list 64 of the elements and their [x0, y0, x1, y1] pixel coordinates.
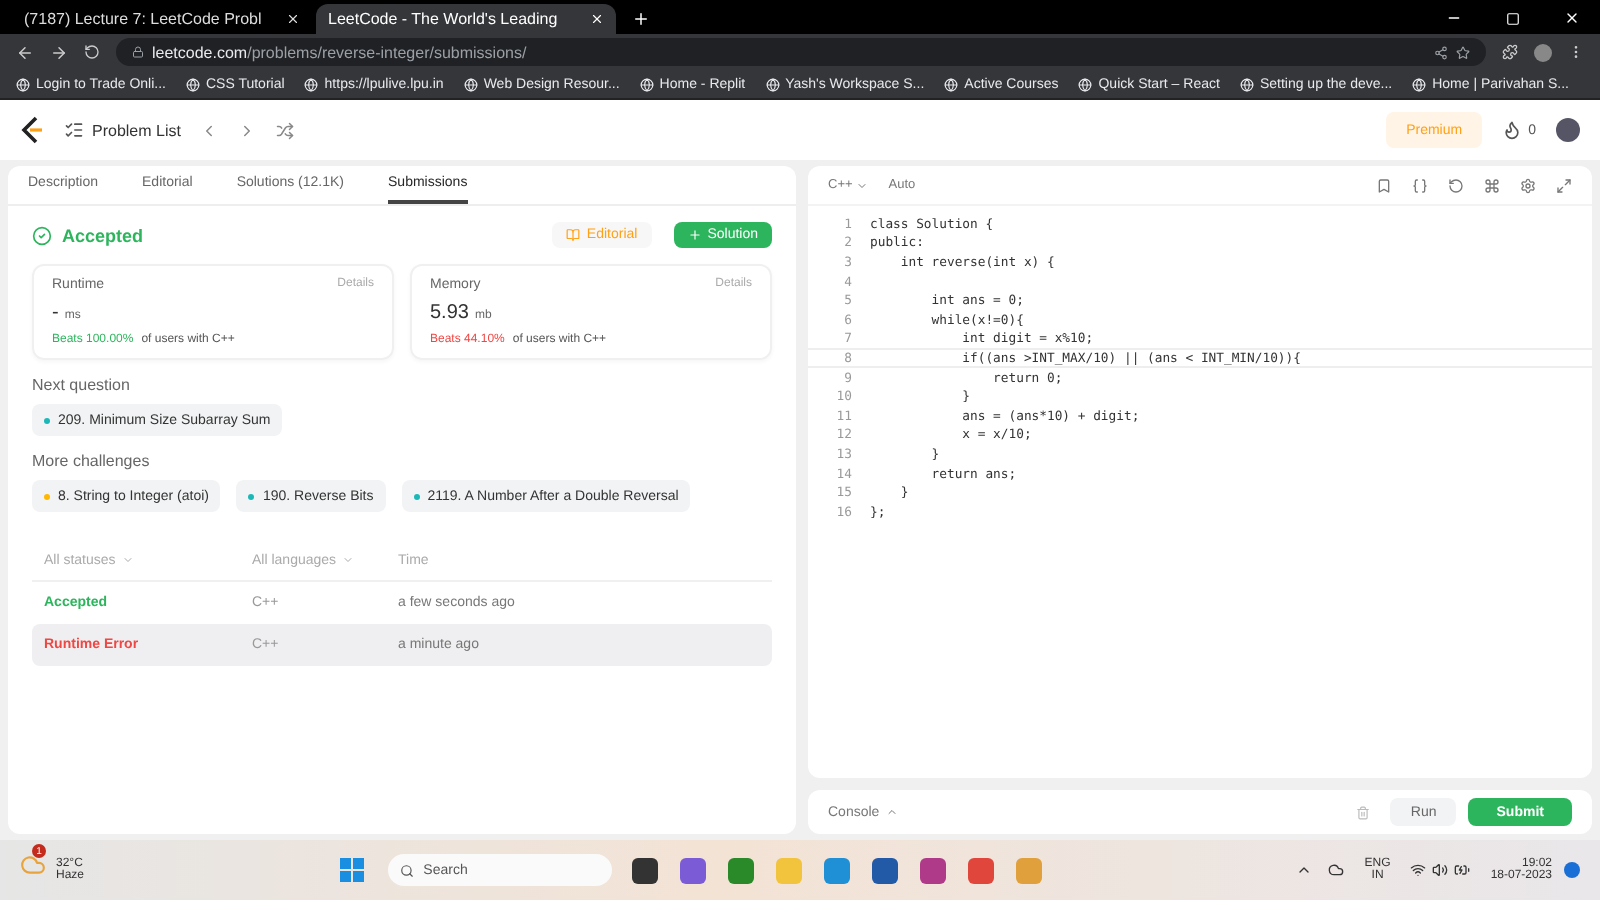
braces-icon[interactable]	[1412, 177, 1428, 193]
address-field[interactable]: leetcode.com/problems/reverse-integer/submissions/	[116, 38, 1486, 66]
avatar[interactable]	[1556, 118, 1580, 142]
start-icon[interactable]	[339, 858, 364, 882]
check-icon	[32, 225, 52, 245]
section-label: More challenges	[32, 452, 152, 470]
settings-icon[interactable]	[1520, 177, 1536, 193]
globe-icon	[1078, 77, 1093, 91]
flame-icon	[1502, 120, 1523, 140]
close-icon	[286, 12, 300, 26]
expand-icon[interactable]	[1556, 177, 1572, 193]
globe-icon	[304, 77, 319, 91]
maximize-icon[interactable]	[1506, 12, 1520, 26]
status-text: Accepted	[62, 225, 144, 245]
search-icon	[399, 863, 414, 877]
book-icon	[566, 228, 581, 242]
app-icon[interactable]	[631, 857, 658, 883]
wifi-icon	[1410, 862, 1427, 878]
url-path: /problems/reverse-integer/submissions/	[247, 43, 527, 61]
star-icon	[1456, 45, 1470, 59]
plus-icon	[687, 228, 702, 242]
close-icon	[590, 12, 604, 26]
new-tab-icon[interactable]	[632, 10, 650, 28]
volume-icon	[1432, 862, 1449, 878]
globe-icon	[1412, 77, 1427, 91]
chevron-down-icon	[856, 179, 869, 191]
shuffle-icon[interactable]	[276, 121, 295, 139]
problem-list-link[interactable]: Problem List	[92, 121, 181, 139]
browser-tab[interactable]: LeetCode - The World's Leading	[316, 4, 616, 34]
globe-icon	[185, 77, 200, 91]
globe-icon	[944, 77, 959, 91]
share-icon	[1434, 45, 1448, 59]
chevron-up-icon	[885, 806, 898, 818]
globe-icon	[765, 77, 780, 91]
battery-icon	[1454, 862, 1471, 878]
globe-icon	[16, 77, 30, 91]
app-icon[interactable]	[871, 857, 898, 883]
url-host: leetcode.com	[152, 43, 248, 61]
extensions-icon[interactable]	[1502, 44, 1518, 60]
list-icon	[64, 120, 84, 140]
forward-icon[interactable]	[50, 43, 68, 61]
stat-value: -	[52, 302, 59, 324]
chevron-down-icon	[342, 554, 355, 566]
logo-icon	[20, 116, 44, 144]
globe-icon	[463, 77, 478, 91]
weather-icon	[20, 852, 46, 878]
profile-avatar[interactable]	[1534, 43, 1552, 61]
cloud-icon	[1328, 862, 1345, 878]
bookmark-icon[interactable]	[1376, 177, 1392, 193]
reload-icon[interactable]	[84, 44, 100, 60]
globe-icon	[1239, 77, 1254, 91]
globe-icon	[639, 77, 654, 91]
tray-chevron-icon[interactable]	[1296, 862, 1313, 878]
section-label: Next question	[32, 376, 132, 394]
close-icon[interactable]	[1564, 10, 1580, 26]
browser-tab[interactable]: (7187) Lecture 7: LeetCode Probl	[12, 4, 312, 34]
app-icon[interactable]	[919, 857, 946, 883]
stat-value: 5.93	[430, 302, 469, 324]
shortcut-icon[interactable]	[1484, 177, 1500, 193]
chevron-down-icon	[121, 554, 134, 566]
back-icon[interactable]	[16, 43, 34, 61]
lock-icon	[132, 46, 144, 58]
notification-icon[interactable]	[1564, 862, 1581, 878]
reset-icon[interactable]	[1448, 177, 1464, 193]
